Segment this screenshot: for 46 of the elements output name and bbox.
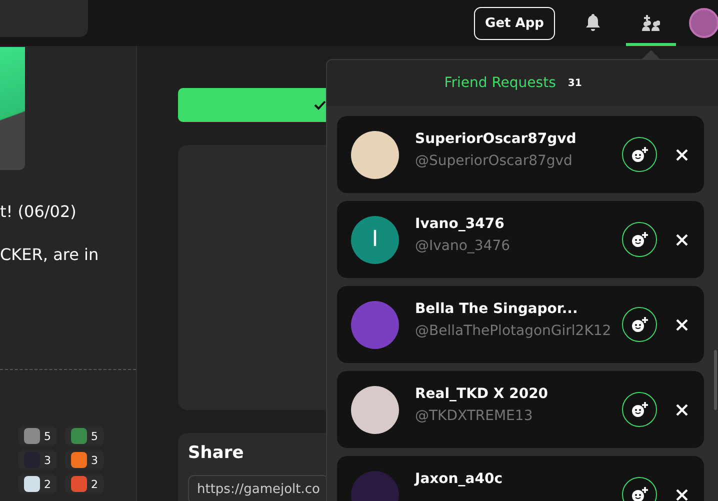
sticker-count: 3 [18,450,57,470]
sticker-icon [71,452,87,468]
add-friend-icon [630,316,648,332]
get-app-button[interactable]: Get App [474,6,555,40]
add-friend-icon [630,232,648,248]
user-name[interactable]: Real_TKD X 2020 [415,386,622,402]
close-icon[interactable] [676,234,688,246]
share-title: Share [188,443,244,463]
accept-button[interactable] [622,307,657,342]
sticker-count: 5 [65,426,104,446]
sticker-icon [71,428,87,444]
avatar-photo[interactable] [351,130,399,178]
sticker-count: 3 [65,450,104,470]
user-handle: @BellaThePlotagonGirl2K12 [415,322,612,338]
user-handle: @Ivano_3476 [415,238,512,254]
sticker-icon [24,476,40,492]
add-friend-icon [630,146,648,162]
user-name[interactable]: Ivano_3476 [415,216,622,232]
user-handle: @TKDXTREME13 [415,408,534,424]
sticker-icon [24,428,40,444]
user-avatar[interactable] [689,8,718,38]
request-count: 31 [568,78,582,88]
friends-icon [642,15,660,31]
close-icon[interactable] [676,488,688,500]
user-avatar[interactable]: I [351,216,399,264]
close-icon[interactable] [676,318,688,330]
add-friend-icon [630,402,648,418]
user-handle: @SuperiorOscar87gvd [415,152,574,168]
avatar-photo[interactable] [351,386,399,434]
close-icon[interactable] [676,148,688,160]
sticker-icon [71,476,87,492]
accept-button[interactable] [622,222,657,257]
sticker-count: 2 [18,474,57,494]
user-name[interactable]: SuperiorOscar87gvd [415,130,622,146]
user-name[interactable]: Jaxon_a40c [415,470,622,486]
bell-icon[interactable] [585,14,601,32]
panel-title: Friend Requests [444,75,556,91]
accept-button[interactable] [622,392,657,427]
sticker-count: 5 [18,426,57,446]
accept-button[interactable] [622,137,657,172]
check-icon [314,100,326,110]
post-text: CKER, are in [0,245,100,265]
user-name[interactable]: Bella The Singapor... [415,300,622,316]
sticker-count: 2 [65,474,104,494]
close-icon[interactable] [676,404,688,416]
post-text: t! (06/02) [0,202,78,222]
